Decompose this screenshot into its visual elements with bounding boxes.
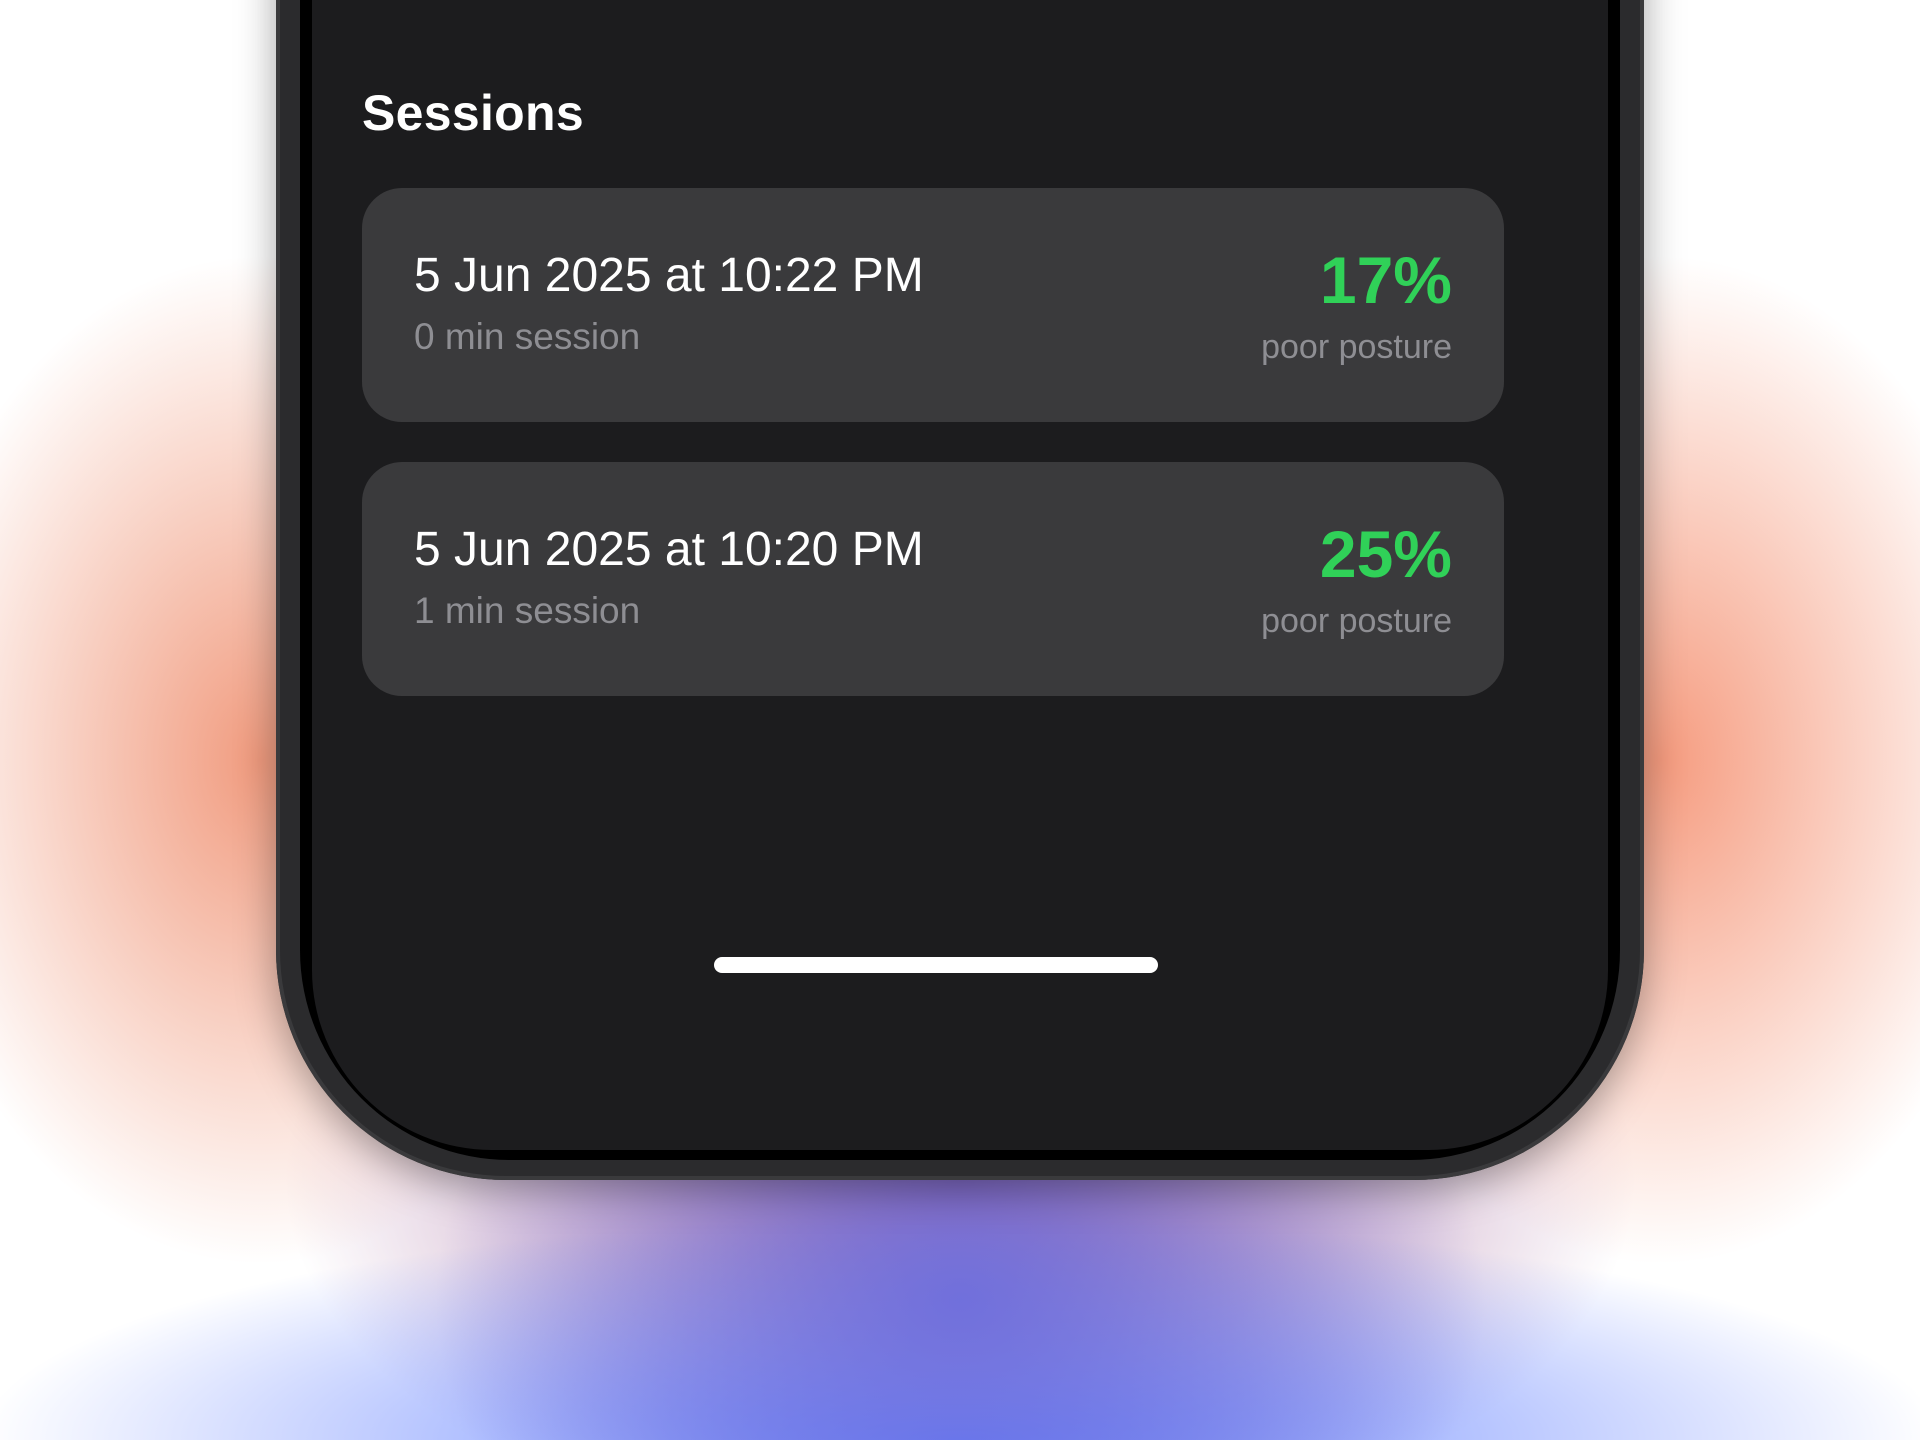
- posture-score-label: poor posture: [1261, 328, 1452, 366]
- session-date: 5 Jun 2025 at 10:20 PM: [414, 523, 924, 576]
- session-card[interactable]: 5 Jun 2025 at 10:20 PM 1 min session 25%…: [362, 462, 1504, 696]
- session-duration: 1 min session: [414, 590, 641, 631]
- app-screen: Sessions 5 Jun 2025 at 10:22 PM 0 min se…: [312, 0, 1608, 1150]
- posture-score-label: poor posture: [1261, 602, 1452, 640]
- posture-score: 17%: [1319, 243, 1452, 317]
- phone-frame: Sessions 5 Jun 2025 at 10:22 PM 0 min se…: [276, 0, 1644, 1180]
- posture-score: 25%: [1319, 517, 1452, 591]
- home-indicator[interactable]: [714, 957, 1158, 973]
- session-duration: 0 min session: [414, 316, 641, 357]
- sessions-heading: Sessions: [362, 85, 584, 141]
- session-card[interactable]: 5 Jun 2025 at 10:22 PM 0 min session 17%…: [362, 188, 1504, 422]
- session-list: 5 Jun 2025 at 10:22 PM 0 min session 17%…: [362, 188, 1504, 736]
- session-date: 5 Jun 2025 at 10:22 PM: [414, 249, 924, 302]
